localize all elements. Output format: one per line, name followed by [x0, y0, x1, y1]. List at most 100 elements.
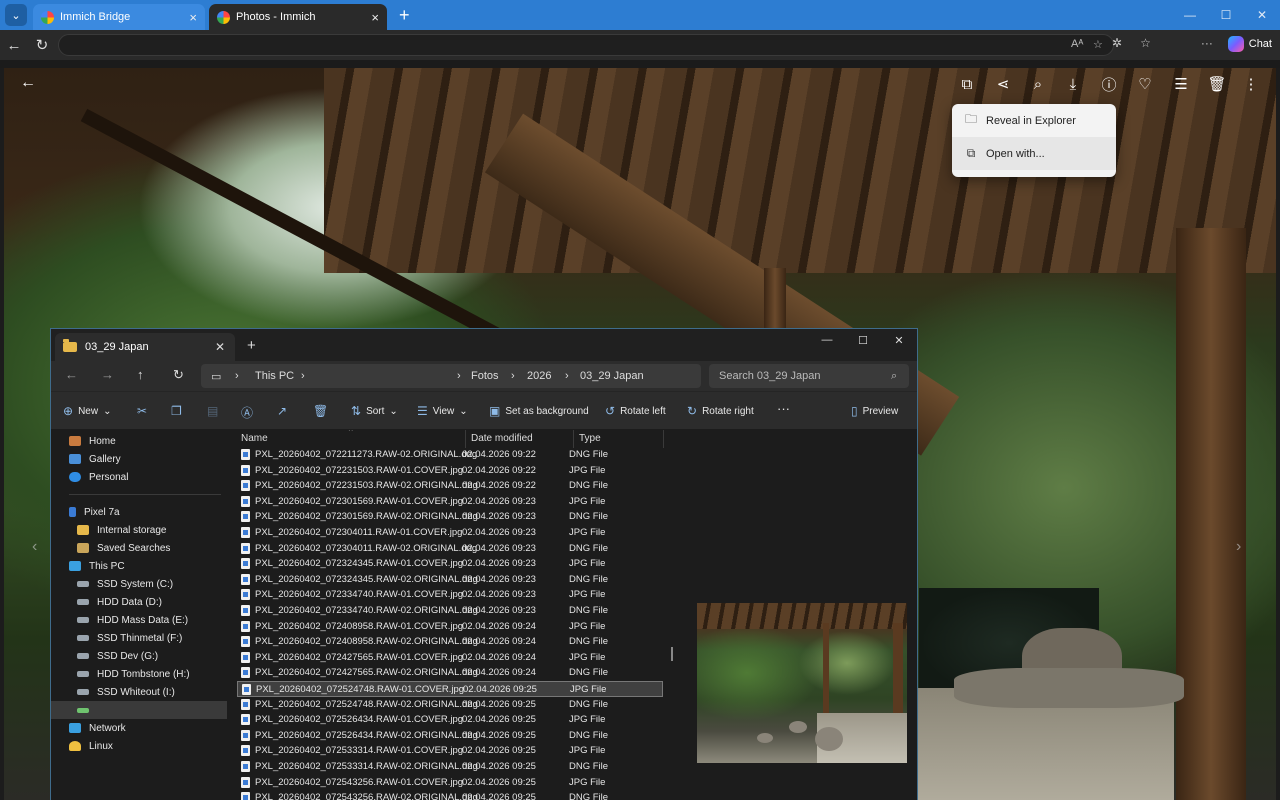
table-row[interactable]: PXL_20260402_072526434.RAW-01.COVER.jpg 0… [237, 712, 663, 728]
table-row[interactable]: PXL_20260402_072427565.RAW-01.COVER.jpg 0… [237, 650, 663, 666]
up-icon[interactable]: ↑ [137, 367, 144, 382]
maximize-icon[interactable]: ☐ [1208, 0, 1244, 30]
close-window-icon[interactable]: ✕ [881, 329, 917, 351]
sidebar-item-gallery[interactable]: Gallery [69, 450, 121, 468]
sidebar-item-drive[interactable]: SSD System (C:) [77, 575, 173, 593]
column-separator[interactable] [465, 430, 466, 448]
maximize-icon[interactable]: ☐ [845, 329, 881, 351]
menu-item-reveal-in-explorer[interactable]: 🗀 Reveal in Explorer [952, 104, 1116, 137]
set-as-background-button[interactable]: ▣ Set as background [489, 404, 589, 418]
sidebar-item-drive[interactable]: SSD Whiteout (I:) [77, 683, 175, 701]
more-options-icon[interactable]: ··· [1201, 36, 1213, 50]
back-icon[interactable]: ← [65, 367, 78, 382]
column-separator[interactable] [573, 430, 574, 448]
close-tab-icon[interactable]: × [189, 10, 197, 25]
table-row[interactable]: PXL_20260402_072301569.RAW-01.COVER.jpg 0… [237, 494, 663, 510]
sidebar-item-drive-selected[interactable] [51, 701, 227, 719]
breadcrumb-fotos[interactable]: Fotos [471, 370, 499, 382]
breadcrumb-this-pc[interactable]: This PC [255, 370, 294, 382]
back-button[interactable]: ← [0, 37, 28, 54]
table-row[interactable]: PXL_20260402_072301569.RAW-02.ORIGINAL.d… [237, 509, 663, 525]
table-row[interactable]: PXL_20260402_072543256.RAW-02.ORIGINAL.d… [237, 790, 663, 800]
table-row[interactable]: PXL_20260402_072231503.RAW-01.COVER.jpg 0… [237, 463, 663, 479]
share-icon[interactable]: ↗ [277, 404, 287, 418]
refresh-icon[interactable]: ↻ [173, 367, 184, 383]
read-aloud-icon[interactable]: Aᴬ [1071, 38, 1083, 50]
zoom-icon[interactable]: ⌕ [1025, 72, 1051, 96]
table-row[interactable]: PXL_20260402_072427565.RAW-02.ORIGINAL.d… [237, 665, 663, 681]
new-tab-button[interactable]: + [399, 5, 410, 26]
minimize-icon[interactable]: — [1172, 0, 1208, 30]
new-tab-button[interactable]: + [247, 337, 256, 354]
table-row[interactable]: PXL_20260402_072533314.RAW-02.ORIGINAL.d… [237, 759, 663, 775]
table-row[interactable]: PXL_20260402_072231503.RAW-02.ORIGINAL.d… [237, 478, 663, 494]
table-row-selected[interactable]: PXL_20260402_072524748.RAW-01.COVER.jpg 0… [237, 681, 663, 697]
sidebar-item-network[interactable]: Network [69, 719, 126, 737]
column-header-name[interactable]: Name [241, 433, 268, 444]
table-row[interactable]: PXL_20260402_072304011.RAW-02.ORIGINAL.d… [237, 541, 663, 557]
table-row[interactable]: PXL_20260402_072524748.RAW-02.ORIGINAL.d… [237, 697, 663, 713]
extensions-icon[interactable]: ✲ [1112, 36, 1122, 50]
table-row[interactable]: PXL_20260402_072533314.RAW-01.COVER.jpg 0… [237, 743, 663, 759]
sort-button[interactable]: ⇅ Sort ⌄ [351, 404, 398, 418]
breadcrumb-current-folder[interactable]: 03_29 Japan [580, 370, 644, 382]
share-icon[interactable]: ⋖ [990, 72, 1016, 96]
breadcrumb-2026[interactable]: 2026 [527, 370, 551, 382]
tab-photos-immich[interactable]: Photos - Immich × [209, 4, 387, 30]
copy-icon[interactable]: ❐ [171, 404, 182, 418]
refresh-button[interactable]: ↻ [28, 36, 56, 54]
rotate-right-button[interactable]: ↻ Rotate right [687, 404, 754, 418]
favorite-icon[interactable]: ♡ [1132, 72, 1158, 96]
close-tab-icon[interactable]: ✕ [215, 340, 225, 354]
table-row[interactable]: PXL_20260402_072304011.RAW-01.COVER.jpg 0… [237, 525, 663, 541]
sidebar-item-this-pc[interactable]: This PC [69, 557, 125, 575]
table-row[interactable]: PXL_20260402_072324345.RAW-01.COVER.jpg 0… [237, 556, 663, 572]
tab-actions-menu-button[interactable]: ⌄ [5, 4, 27, 26]
minimize-icon[interactable]: — [809, 329, 845, 351]
table-row[interactable]: PXL_20260402_072324345.RAW-02.ORIGINAL.d… [237, 572, 663, 588]
explorer-address-bar[interactable]: ▭ › This PC › › Fotos › 2026 › 03_29 Jap… [201, 364, 701, 388]
table-row[interactable]: PXL_20260402_072543256.RAW-01.COVER.jpg 0… [237, 775, 663, 791]
close-window-icon[interactable]: ✕ [1244, 0, 1280, 30]
column-separator[interactable] [663, 430, 664, 448]
table-row[interactable]: PXL_20260402_072526434.RAW-02.ORIGINAL.d… [237, 728, 663, 744]
menu-item-open-with[interactable]: ⧉ Open with... [952, 137, 1116, 170]
sidebar-item-saved-searches[interactable]: Saved Searches [77, 539, 170, 557]
previous-photo-icon[interactable]: ‹ [32, 538, 37, 556]
back-arrow-icon[interactable]: ← [20, 74, 36, 92]
info-icon[interactable]: ⓘ [1096, 72, 1122, 96]
sidebar-item-drive[interactable]: SSD Thinmetal (F:) [77, 629, 182, 647]
paste-icon[interactable]: ▤ [207, 404, 218, 418]
close-tab-icon[interactable]: × [371, 10, 379, 25]
delete-icon[interactable]: 🗑 [1204, 72, 1230, 96]
next-photo-icon[interactable]: › [1236, 538, 1241, 556]
sidebar-item-home[interactable]: Home [69, 432, 116, 450]
favorites-icon[interactable]: ☆ [1140, 36, 1151, 50]
delete-icon[interactable]: 🗑 [313, 404, 328, 418]
sidebar-item-pixel-7a[interactable]: Pixel 7a [69, 503, 120, 521]
copilot-chat-button[interactable]: Chat [1227, 36, 1272, 52]
sidebar-item-drive[interactable]: HDD Mass Data (E:) [77, 611, 188, 629]
view-button[interactable]: ☰ View ⌄ [417, 404, 468, 418]
table-row[interactable]: PXL_20260402_072211273.RAW-02.ORIGINAL.d… [237, 447, 663, 463]
new-button[interactable]: ⊕ New ⌄ [63, 404, 111, 418]
more-icon[interactable]: ⋮ [1238, 72, 1264, 96]
open-external-icon[interactable]: ⧉ [954, 72, 980, 96]
rotate-left-button[interactable]: ↺ Rotate left [605, 404, 666, 418]
tab-immich-bridge[interactable]: Immich Bridge × [33, 4, 205, 30]
table-row[interactable]: PXL_20260402_072408958.RAW-01.COVER.jpg 0… [237, 619, 663, 635]
table-row[interactable]: PXL_20260402_072408958.RAW-02.ORIGINAL.d… [237, 634, 663, 650]
cut-icon[interactable]: ✂ [137, 404, 147, 418]
explorer-search-box[interactable]: Search 03_29 Japan ⌕ [709, 364, 909, 388]
forward-icon[interactable]: → [101, 367, 114, 382]
table-row[interactable]: PXL_20260402_072334740.RAW-01.COVER.jpg 0… [237, 587, 663, 603]
sidebar-item-drive[interactable]: HDD Tombstone (H:) [77, 665, 190, 683]
download-icon[interactable]: ⤓ [1060, 72, 1086, 96]
sidebar-item-linux[interactable]: Linux [69, 737, 113, 755]
column-header-date[interactable]: Date modified [471, 433, 533, 444]
address-bar[interactable]: Aᴬ ☆ [58, 34, 1114, 56]
more-options-icon[interactable]: ··· [777, 401, 790, 416]
adjust-icon[interactable]: ☰ [1168, 72, 1194, 96]
explorer-tab[interactable]: 03_29 Japan ✕ [55, 333, 235, 361]
table-row[interactable]: PXL_20260402_072334740.RAW-02.ORIGINAL.d… [237, 603, 663, 619]
